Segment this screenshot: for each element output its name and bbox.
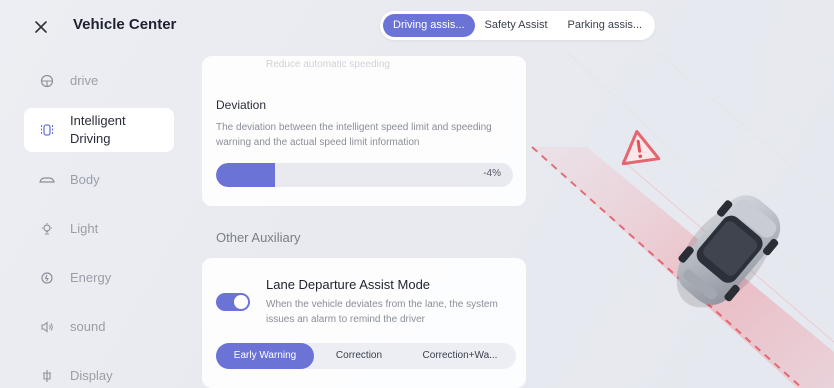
vehicle-center-app: Vehicle Center Driving assis... Safety A… xyxy=(0,0,834,388)
sidebar-item-intelligent-driving[interactable]: Intelligent Driving xyxy=(24,108,174,152)
sidebar-item-label: sound xyxy=(70,318,106,334)
page-title: Vehicle Center xyxy=(73,16,177,33)
sidebar-item-sound[interactable]: sound xyxy=(24,302,174,351)
car-body-icon xyxy=(38,171,56,189)
mode-option-correction[interactable]: Correction xyxy=(314,343,404,369)
sidebar-item-label: Display xyxy=(70,367,113,383)
deviation-value: -4% xyxy=(483,168,501,179)
sidebar-item-body[interactable]: Body xyxy=(24,155,174,204)
sidebar-item-label: Light xyxy=(70,220,99,236)
close-icon xyxy=(35,21,47,33)
sidebar-item-drive[interactable]: drive xyxy=(24,56,174,105)
light-icon xyxy=(38,220,56,238)
sidebar-item-label: Body xyxy=(70,171,100,187)
tab-driving-assist[interactable]: Driving assis... xyxy=(383,14,475,37)
deviation-slider-fill xyxy=(216,163,276,187)
header: Vehicle Center Driving assis... Safety A… xyxy=(0,0,834,52)
sidebar-item-light[interactable]: Light xyxy=(24,204,174,253)
intelligent-driving-icon xyxy=(38,121,56,139)
deviation-title: Deviation xyxy=(216,98,267,112)
deviation-slider[interactable]: -4% xyxy=(216,163,513,187)
faded-setting-label: Reduce automatic speeding xyxy=(266,59,390,70)
sidebar-item-energy[interactable]: Energy xyxy=(24,253,174,302)
section-heading-other-auxiliary: Other Auxiliary xyxy=(216,230,301,245)
close-button[interactable] xyxy=(28,14,54,40)
speaker-icon xyxy=(38,318,56,336)
tab-parking-assist[interactable]: Parking assis... xyxy=(558,14,653,37)
display-icon xyxy=(38,367,56,385)
steering-wheel-icon xyxy=(38,72,56,90)
lane-departure-mode-selector: Early Warning Correction Correction+Wa..… xyxy=(216,343,516,369)
tab-safety-assist[interactable]: Safety Assist xyxy=(475,14,558,37)
lane-departure-description: When the vehicle deviates from the lane,… xyxy=(266,299,498,325)
lane-departure-card: Lane Departure Assist Mode When the vehi… xyxy=(202,258,526,388)
sidebar-item-display[interactable]: Display xyxy=(24,351,174,388)
deviation-description: The deviation between the intelligent sp… xyxy=(216,122,492,148)
lane-departure-toggle[interactable] xyxy=(216,293,250,311)
sidebar-item-label: drive xyxy=(70,72,99,88)
mode-option-early-warning[interactable]: Early Warning xyxy=(216,343,314,369)
warning-triangle-icon xyxy=(621,129,661,166)
sidebar: drive Intelligent Driving Body Light Ene… xyxy=(24,56,174,388)
lane-departure-illustration xyxy=(531,52,834,388)
sidebar-item-label: Energy xyxy=(70,269,112,285)
lane-departure-title: Lane Departure Assist Mode xyxy=(266,277,431,292)
energy-icon xyxy=(38,269,56,287)
deviation-card: Reduce automatic speeding Deviation The … xyxy=(202,56,526,206)
toggle-knob xyxy=(234,295,248,309)
tab-bar: Driving assis... Safety Assist Parking a… xyxy=(380,11,656,40)
sidebar-item-label: Intelligent Driving xyxy=(70,113,126,146)
settings-panel: Reduce automatic speeding Deviation The … xyxy=(202,56,526,388)
mode-option-correction-warning[interactable]: Correction+Wa... xyxy=(404,343,516,369)
